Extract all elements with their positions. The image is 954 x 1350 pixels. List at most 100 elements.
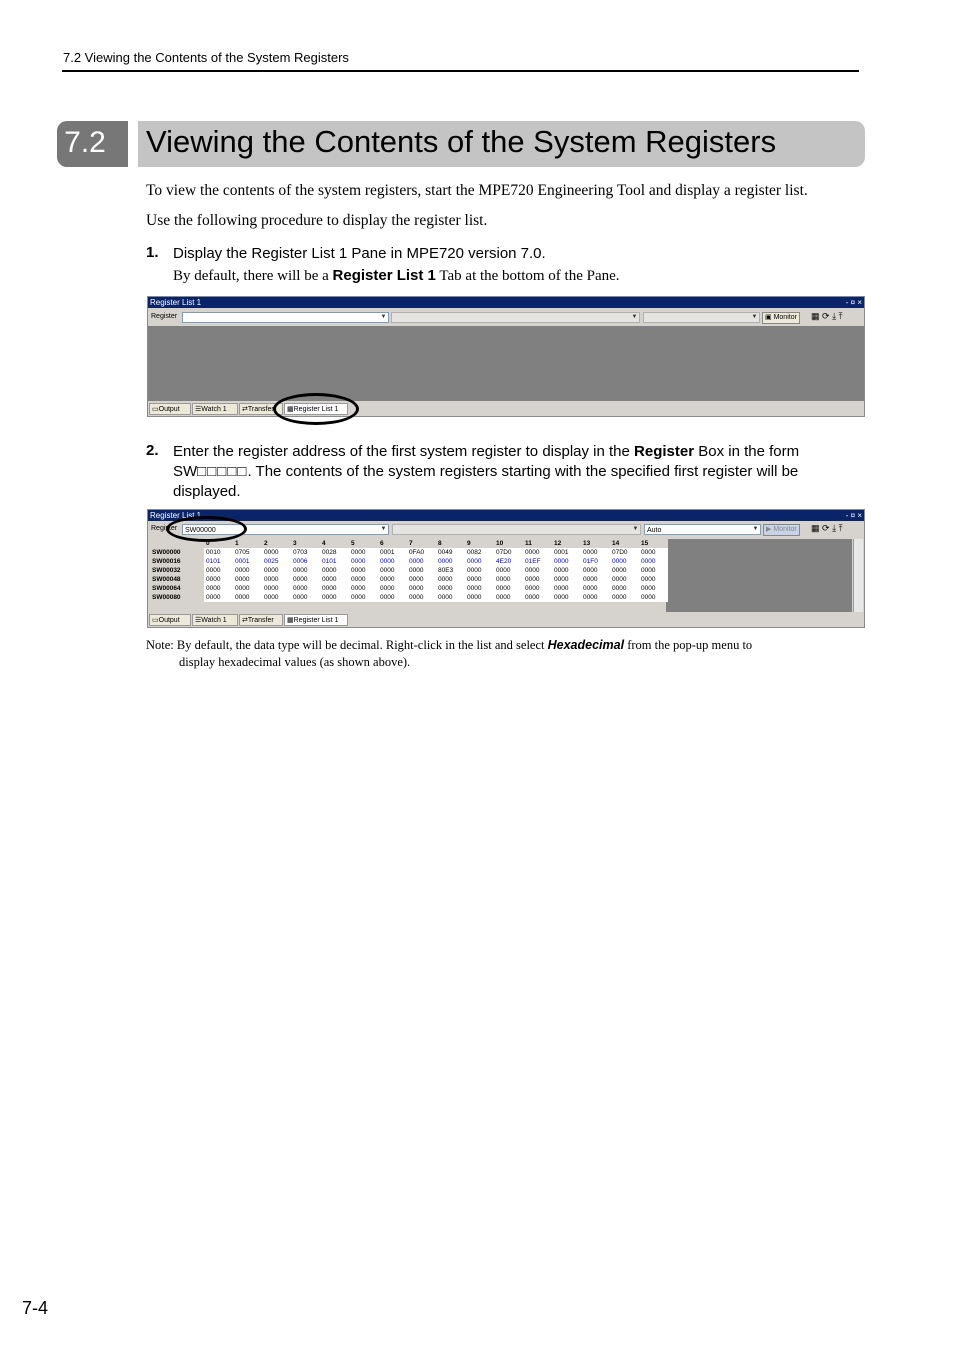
register-cell[interactable]: 0000 [523,566,552,575]
register-cell[interactable]: 0000 [407,566,436,575]
register-cell[interactable]: 0000 [407,584,436,593]
register-cell[interactable]: 0001 [552,548,581,557]
register-cell[interactable]: 0101 [320,557,349,566]
pane-controls[interactable]: - ¤ × [846,510,862,521]
register-cell[interactable]: 0000 [581,566,610,575]
register-cell[interactable]: 0000 [262,593,291,602]
register-cell[interactable]: 0000 [465,575,494,584]
vertical-scrollbar[interactable] [853,539,863,612]
chevron-down-icon[interactable]: ▼ [750,313,759,322]
tab-output[interactable]: ▭Output [149,614,191,626]
register-cell[interactable]: 0000 [610,584,639,593]
register-cell[interactable]: 0000 [378,566,407,575]
register-cell[interactable]: 0000 [320,584,349,593]
register-cell[interactable]: 0000 [349,584,378,593]
register-cell[interactable]: 0000 [291,584,320,593]
register-cell[interactable]: 0000 [494,584,523,593]
register-cell[interactable]: 0001 [378,548,407,557]
register-cell[interactable]: 0000 [610,566,639,575]
register-cell[interactable]: 0028 [320,548,349,557]
register-cell[interactable]: 0000 [320,566,349,575]
register-cell[interactable]: 0000 [639,557,668,566]
type-combo[interactable]: ▼ [392,524,641,535]
tab-output[interactable]: ▭Output [149,403,191,415]
type-combo[interactable]: ▼ [391,312,640,323]
register-cell[interactable]: 0000 [233,566,262,575]
refresh-icon[interactable]: ⟳ [822,523,830,533]
register-cell[interactable]: 0000 [407,593,436,602]
format-combo[interactable]: Auto ▼ [644,524,761,535]
grid-icon[interactable]: ▦ [811,311,820,321]
register-combo[interactable]: ▼ [182,312,389,323]
register-cell[interactable]: 0000 [378,575,407,584]
register-cell[interactable]: 0000 [291,575,320,584]
register-cell[interactable]: 0000 [349,548,378,557]
tab-register-list-1[interactable]: ▦Register List 1 [284,614,348,626]
register-cell[interactable]: 80E3 [436,566,465,575]
register-cell[interactable]: 0000 [262,584,291,593]
register-cell[interactable]: 0000 [320,593,349,602]
register-cell[interactable]: 0000 [233,593,262,602]
register-cell[interactable]: 0000 [291,593,320,602]
register-cell[interactable]: 0000 [581,593,610,602]
upload-icon[interactable]: ⤒ [839,311,843,321]
chevron-down-icon[interactable]: ▼ [751,525,760,534]
register-cell[interactable]: 07D0 [610,548,639,557]
register-cell[interactable]: 0000 [349,593,378,602]
register-cell[interactable]: 07D0 [494,548,523,557]
register-cell[interactable]: 0000 [523,548,552,557]
register-cell[interactable]: 0000 [610,557,639,566]
register-cell[interactable]: 0006 [291,557,320,566]
tab-watch-1[interactable]: ☰Watch 1 [192,614,238,626]
register-cell[interactable]: 0000 [494,575,523,584]
register-cell[interactable]: 0000 [349,557,378,566]
register-cell[interactable]: 0000 [639,548,668,557]
register-cell[interactable]: 0049 [436,548,465,557]
monitor-button[interactable]: ▣ Monitor [762,312,800,324]
register-cell[interactable]: 0000 [465,584,494,593]
register-cell[interactable]: 0000 [233,575,262,584]
grid-icon[interactable]: ▦ [811,523,820,533]
register-cell[interactable]: 0000 [639,575,668,584]
register-cell[interactable]: 0000 [378,584,407,593]
register-cell[interactable]: 0000 [610,593,639,602]
register-cell[interactable]: 0000 [552,566,581,575]
register-cell[interactable]: 0000 [639,566,668,575]
register-cell[interactable]: 0000 [552,557,581,566]
register-cell[interactable]: 0703 [291,548,320,557]
register-cell[interactable]: 0000 [494,566,523,575]
register-cell[interactable]: 0000 [639,584,668,593]
register-cell[interactable]: 4E20 [494,557,523,566]
register-cell[interactable]: 0000 [262,575,291,584]
chevron-down-icon[interactable]: ▼ [379,313,388,322]
register-cell[interactable]: 0000 [494,593,523,602]
tab-transfer[interactable]: ⇄Transfer [239,614,283,626]
register-cell[interactable]: 0705 [233,548,262,557]
register-cell[interactable]: 0000 [436,593,465,602]
register-cell[interactable]: 0025 [262,557,291,566]
register-cell[interactable]: 0000 [233,584,262,593]
register-cell[interactable]: 01F0 [581,557,610,566]
register-cell[interactable]: 0000 [378,593,407,602]
register-cell[interactable]: 0000 [349,566,378,575]
register-cell[interactable]: 0000 [465,593,494,602]
register-cell[interactable]: 0010 [204,548,233,557]
register-cell[interactable]: 0000 [204,566,233,575]
register-cell[interactable]: 0000 [407,557,436,566]
monitor-button[interactable]: ▶ Monitor [763,524,800,536]
register-cell[interactable]: 0000 [291,566,320,575]
register-cell[interactable]: 0000 [523,575,552,584]
register-cell[interactable]: 0000 [262,566,291,575]
chevron-down-icon[interactable]: ▼ [631,525,640,534]
download-icon[interactable]: ⤓ [832,311,836,321]
register-cell[interactable]: 0FA0 [407,548,436,557]
register-cell[interactable]: 0000 [436,557,465,566]
download-icon[interactable]: ⤓ [832,523,836,533]
register-cell[interactable]: 0101 [204,557,233,566]
register-cell[interactable]: 0000 [610,575,639,584]
register-cell[interactable]: 0000 [407,575,436,584]
register-cell[interactable]: 0000 [436,584,465,593]
chevron-down-icon[interactable]: ▼ [630,313,639,322]
register-cell[interactable]: 0000 [349,575,378,584]
chevron-down-icon[interactable]: ▼ [379,525,388,534]
